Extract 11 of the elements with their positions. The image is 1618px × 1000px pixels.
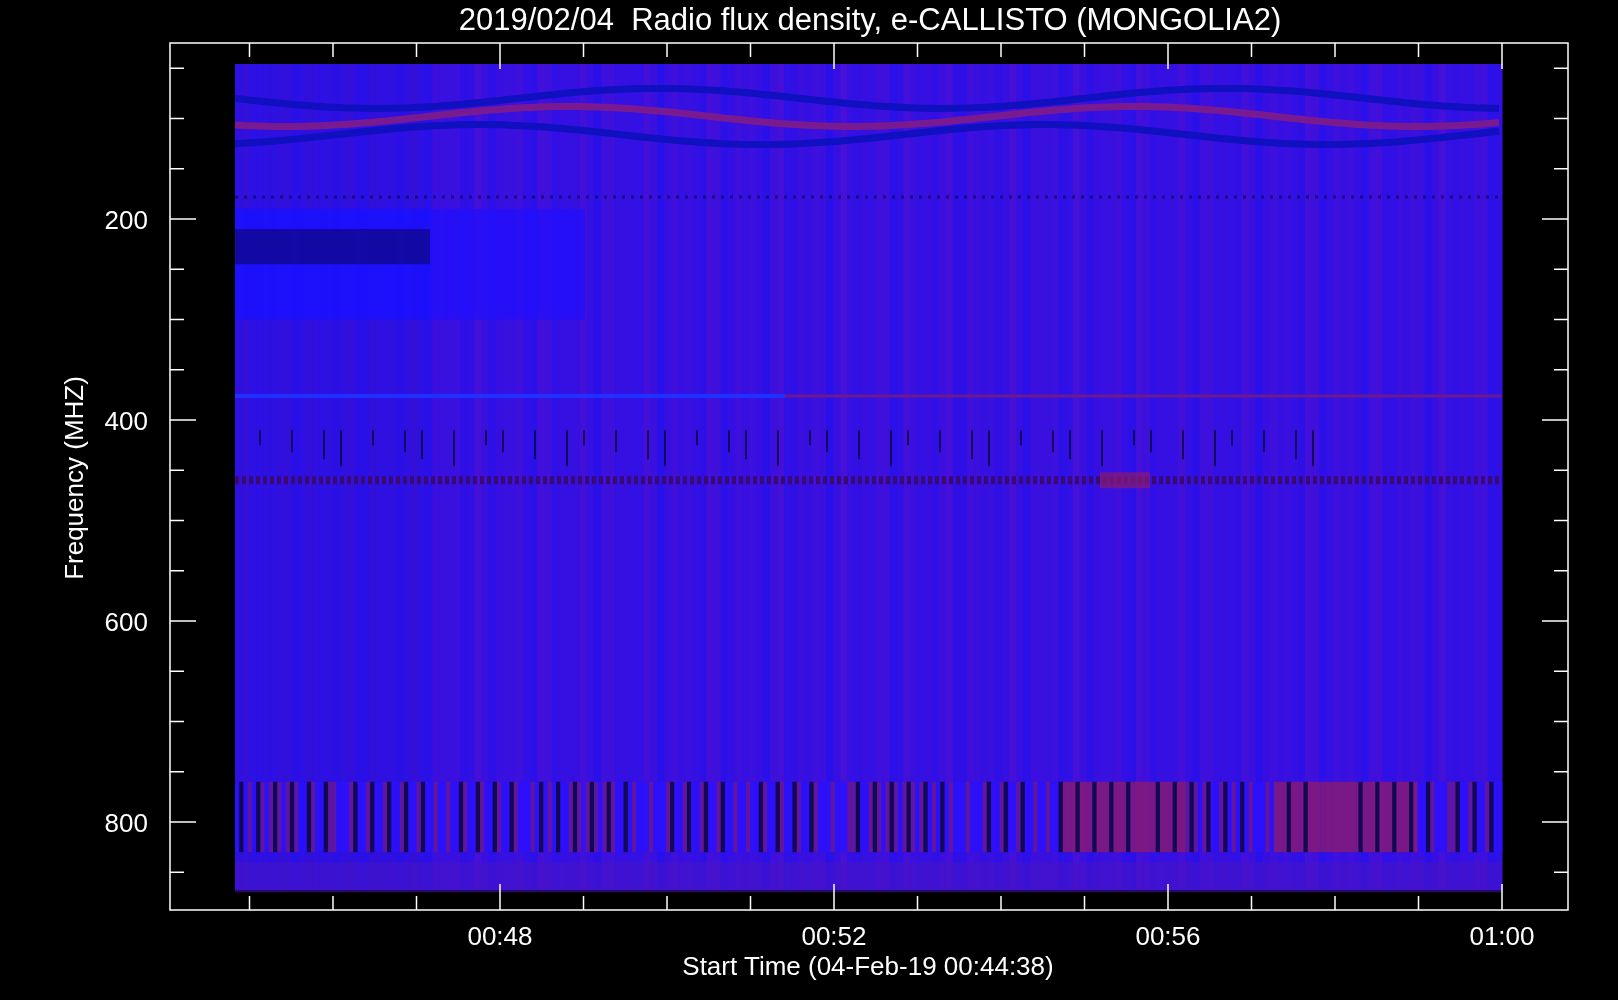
tick-label: 800 <box>104 808 148 838</box>
tick-label: 01:00 <box>1469 921 1535 951</box>
plot-title: 2019/02/04 Radio flux density, e-CALLISTO (MONGOLIA2) <box>458 2 1282 37</box>
axis-label: Frequency (MHZ) <box>59 376 89 580</box>
tick-label: 400 <box>104 406 148 436</box>
tick-label: 600 <box>104 607 148 637</box>
tick-label: 00:48 <box>467 921 533 951</box>
tick-label: 200 <box>104 205 148 235</box>
tick-label: 00:56 <box>1135 921 1201 951</box>
axis-label: Start Time (04-Feb-19 00:44:38) <box>682 951 1054 981</box>
tick-label: 00:52 <box>801 921 867 951</box>
